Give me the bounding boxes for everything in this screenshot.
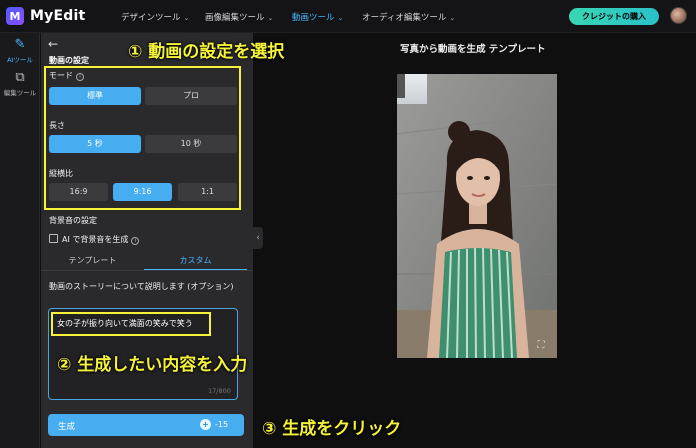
nav-video-tools[interactable]: 動画ツール ⌄ bbox=[292, 11, 343, 23]
fullscreen-icon[interactable]: ⛶ bbox=[534, 339, 548, 353]
preview-title: 写真から動画を生成 テンプレート bbox=[400, 44, 546, 55]
tab-divider bbox=[41, 270, 253, 271]
nav-audio-tools[interactable]: オーディオ編集ツール ⌄ bbox=[362, 11, 455, 23]
top-nav-bar: M MyEdit デザインツール ⌄ 画像編集ツール ⌄ 動画ツール ⌄ オーディオ編… bbox=[0, 0, 696, 33]
layers-icon: ⧉ bbox=[15, 70, 25, 85]
story-description-label: 動画のストーリーについて説明します (オプション) bbox=[49, 282, 234, 291]
chevron-down-icon: ⌄ bbox=[183, 14, 190, 22]
chevron-down-icon: ⌄ bbox=[337, 14, 344, 22]
app-name: MyEdit bbox=[30, 8, 86, 24]
bgm-checkbox-label: AI で背景音を生成 i bbox=[62, 234, 140, 245]
portrait-illustration bbox=[397, 74, 557, 358]
credit-coin-icon: + bbox=[200, 419, 211, 430]
bgm-settings-title: 背景音の設定 bbox=[49, 216, 97, 225]
bgm-checkbox[interactable] bbox=[49, 234, 58, 243]
info-icon[interactable]: i bbox=[131, 237, 140, 245]
nav-design-tools[interactable]: デザインツール ⌄ bbox=[121, 11, 189, 23]
nav-image-tools[interactable]: 画像編集ツール ⌄ bbox=[205, 11, 273, 23]
annotation-step1: ① 動画の設定を選択 bbox=[128, 42, 285, 62]
annotation-step3: ③ 生成をクリック bbox=[262, 419, 402, 439]
chevron-down-icon: ⌄ bbox=[267, 14, 274, 22]
buy-credits-button[interactable]: クレジットの購入 bbox=[569, 8, 659, 25]
char-counter: 17/800 bbox=[208, 387, 231, 395]
avatar[interactable] bbox=[670, 7, 687, 24]
highlight-prompt-box bbox=[51, 312, 211, 336]
annotation-step2: ② 生成したい内容を入力 bbox=[57, 355, 248, 375]
tab-template[interactable]: テンプレート bbox=[41, 251, 144, 271]
collapse-panel-icon[interactable]: ‹ bbox=[253, 227, 263, 249]
rail-edit-tools[interactable]: ⧉ 編集ツール bbox=[0, 70, 40, 98]
rail-ai-tools[interactable]: ✎ AIツール bbox=[0, 37, 40, 65]
logo-icon: M bbox=[6, 7, 24, 25]
video-settings-title: 動画の設定 bbox=[49, 56, 89, 65]
magic-wand-icon: ✎ bbox=[14, 37, 26, 52]
generate-button-label: 生成 bbox=[58, 422, 76, 432]
highlight-settings-box bbox=[44, 66, 241, 210]
preview-image bbox=[397, 74, 557, 358]
tab-custom[interactable]: カスタム bbox=[144, 251, 247, 271]
back-arrow-icon[interactable]: ← bbox=[48, 37, 58, 51]
generate-cost: -15 bbox=[215, 420, 229, 429]
chevron-down-icon: ⌄ bbox=[449, 14, 456, 22]
left-rail: ✎ AIツール ⧉ 編集ツール bbox=[0, 33, 40, 448]
app-logo[interactable]: M MyEdit bbox=[6, 7, 85, 25]
